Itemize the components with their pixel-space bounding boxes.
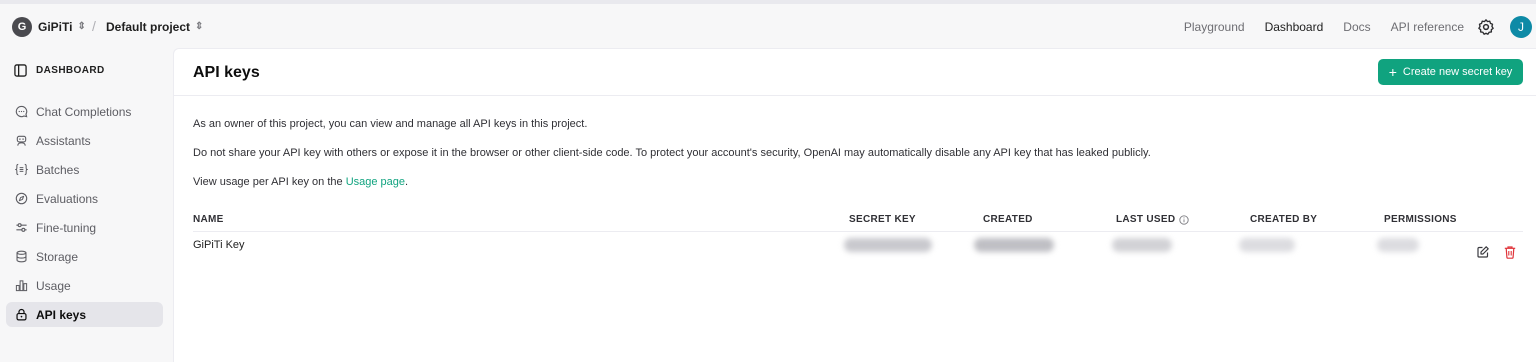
column-header-name: NAME: [193, 214, 224, 225]
breadcrumb-separator: /: [92, 18, 96, 34]
sidebar-item-api-keys[interactable]: API keys: [6, 302, 163, 327]
usage-note-suffix: .: [405, 176, 409, 188]
usage-note: View usage per API key on the Usage page…: [193, 176, 408, 188]
sidebar-item-label: API keys: [36, 307, 87, 322]
usage-page-link[interactable]: Usage page: [346, 176, 405, 188]
sliders-icon: [16, 223, 27, 232]
create-button-label: Create new secret key: [1402, 66, 1513, 78]
main-panel: API keys + Create new secret key As an o…: [173, 48, 1536, 362]
plus-icon: +: [1388, 64, 1397, 80]
chevron-up-down-icon: ⇕: [77, 21, 86, 32]
redacted-last-used: [1112, 238, 1172, 252]
sidebar-title: DASHBOARD: [36, 65, 105, 76]
sidebar-item-storage[interactable]: Storage: [6, 244, 163, 269]
sidebar-item-label: Batches: [36, 162, 80, 177]
bar-chart-icon: [15, 280, 28, 292]
trash-icon[interactable]: [1503, 245, 1517, 259]
nav-playground[interactable]: Playground: [1184, 20, 1245, 34]
create-new-secret-key-button[interactable]: + Create new secret key: [1378, 59, 1523, 85]
gear-icon[interactable]: [1477, 18, 1495, 36]
nav-docs[interactable]: Docs: [1343, 20, 1370, 34]
robot-icon: [16, 135, 27, 146]
column-header-created: CREATED: [983, 214, 1033, 225]
sidebar-item-chat-completions[interactable]: Chat Completions: [6, 99, 163, 124]
info-icon[interactable]: [1179, 214, 1190, 225]
redacted-secret-key: [844, 238, 932, 252]
lock-icon: [16, 308, 27, 321]
owner-note: As an owner of this project, you can vie…: [193, 118, 588, 130]
braces-list-icon: [15, 163, 28, 176]
org-avatar[interactable]: G: [12, 17, 32, 37]
database-icon: [16, 250, 27, 263]
chat-bubble-icon: [15, 105, 28, 118]
sidebar-item-usage[interactable]: Usage: [6, 273, 163, 298]
usage-note-prefix: View usage per API key on the: [193, 176, 346, 188]
table-header-divider: [193, 231, 1523, 232]
top-nav: Playground Dashboard Docs API reference: [1184, 20, 1464, 34]
sidebar-item-label: Chat Completions: [36, 104, 132, 119]
sidebar-header[interactable]: DASHBOARD: [14, 64, 105, 77]
redacted-created-date: [974, 238, 1054, 252]
chevron-up-down-icon: ⇕: [195, 21, 204, 32]
top-bar: G GiPiTi ⇕ / Default project ⇕ Playgroun…: [0, 4, 1536, 48]
sidebar-item-evaluations[interactable]: Evaluations: [6, 186, 163, 211]
sidebar-item-label: Evaluations: [36, 191, 99, 206]
header-divider: [174, 95, 1536, 96]
sidebar: DASHBOARD Chat Completions Assistants Ba…: [0, 48, 172, 361]
security-warning: Do not share your API key with others or…: [193, 147, 1151, 159]
sidebar-panel-icon: [14, 64, 27, 77]
key-name-cell: GiPiTi Key: [193, 239, 245, 251]
column-header-permissions: PERMISSIONS: [1384, 214, 1457, 225]
user-avatar[interactable]: J: [1510, 16, 1532, 38]
column-header-secret-key: SECRET KEY: [849, 214, 916, 225]
redacted-permissions: [1377, 238, 1419, 252]
redacted-created-by: [1239, 238, 1295, 252]
sidebar-item-fine-tuning[interactable]: Fine-tuning: [6, 215, 163, 240]
page-title: API keys: [193, 64, 260, 81]
org-switcher[interactable]: GiPiTi ⇕: [38, 20, 86, 34]
sidebar-item-label: Usage: [36, 278, 71, 293]
sidebar-item-assistants[interactable]: Assistants: [6, 128, 163, 153]
column-header-created-by: CREATED BY: [1250, 214, 1318, 225]
sidebar-item-label: Storage: [36, 249, 79, 264]
compass-icon: [15, 192, 28, 205]
sidebar-item-label: Assistants: [36, 133, 91, 148]
nav-dashboard[interactable]: Dashboard: [1265, 20, 1324, 34]
edit-icon[interactable]: [1476, 245, 1490, 259]
project-switcher[interactable]: Default project ⇕: [106, 20, 203, 34]
column-header-last-used: LAST USED: [1116, 214, 1190, 225]
org-name: GiPiTi: [38, 20, 73, 34]
nav-api-reference[interactable]: API reference: [1391, 20, 1464, 34]
sidebar-item-batches[interactable]: Batches: [6, 157, 163, 182]
sidebar-item-label: Fine-tuning: [36, 220, 97, 235]
project-name: Default project: [106, 20, 191, 34]
